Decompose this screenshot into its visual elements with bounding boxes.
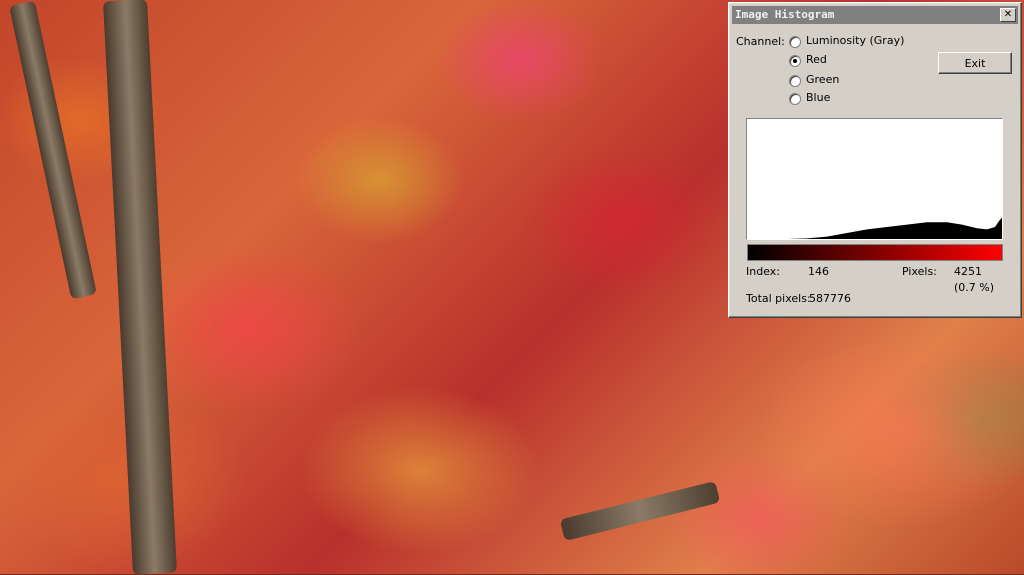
histogram-plot[interactable] bbox=[746, 118, 1003, 240]
channel-label: Channel: bbox=[736, 35, 785, 48]
histogram-area bbox=[747, 217, 1002, 239]
exit-button[interactable]: Exit bbox=[938, 52, 1012, 74]
radio-label: Blue bbox=[806, 91, 831, 104]
index-label: Index: bbox=[746, 265, 780, 278]
total-pixels-label: Total pixels: bbox=[746, 292, 811, 305]
radio-label: Red bbox=[806, 53, 827, 66]
tree-trunk bbox=[103, 0, 177, 575]
radio-circle-icon[interactable] bbox=[789, 36, 801, 48]
radio-circle-icon[interactable] bbox=[789, 93, 801, 105]
histogram-svg bbox=[747, 217, 1002, 239]
pixels-value: 4251 bbox=[954, 265, 982, 278]
dialog-title: Image Histogram bbox=[735, 8, 835, 21]
radio-circle-icon[interactable] bbox=[789, 75, 801, 87]
close-button[interactable]: ✕ bbox=[1000, 8, 1016, 22]
total-pixels-value: 587776 bbox=[809, 292, 851, 305]
pixels-percent: (0.7 %) bbox=[954, 281, 995, 294]
image-histogram-dialog: Image Histogram ✕ Channel: Luminosity (G… bbox=[728, 2, 1022, 318]
radio-selected-icon[interactable] bbox=[789, 55, 801, 67]
tree-branch bbox=[559, 480, 721, 542]
close-icon: ✕ bbox=[1003, 9, 1013, 20]
pixels-label: Pixels: bbox=[902, 265, 937, 278]
radio-label: Green bbox=[806, 73, 840, 86]
index-value: 146 bbox=[808, 265, 829, 278]
tree-branch bbox=[9, 0, 97, 300]
radio-label: Luminosity (Gray) bbox=[806, 34, 905, 47]
title-bar[interactable]: Image Histogram ✕ bbox=[732, 6, 1018, 24]
channel-gradient-bar bbox=[747, 244, 1003, 261]
